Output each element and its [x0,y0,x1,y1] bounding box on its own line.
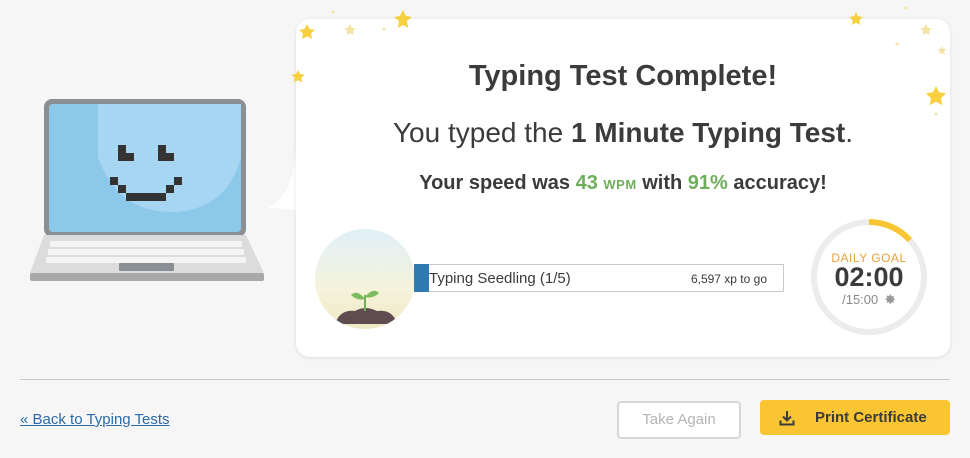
xp-to-go: 6,597 xp to go [690,272,767,286]
seedling-badge-icon [315,229,415,329]
test-name: 1 Minute Typing Test [570,117,846,148]
wpm-value: 43 [575,172,598,194]
accuracy-value: 91% [687,172,728,194]
summary-suffix: . [845,117,854,148]
daily-goal-text: DAILY GOAL 02:00 /15:00 [809,217,929,337]
level-progress-bar: Typing Seedling (1/5) 6,597 xp to go [414,264,784,292]
back-to-typing-tests-link[interactable]: « Back to Typing Tests [20,411,170,428]
level-name: Typing Seedling (1/5) [429,270,571,287]
speed-mid: with [636,172,688,194]
take-again-button[interactable]: Take Again [617,401,741,439]
print-certificate-label: Print Certificate [815,409,927,426]
daily-goal-time: 02:00 [834,262,904,292]
print-certificate-button[interactable]: Print Certificate [760,400,950,435]
level-progress-fill [414,264,429,292]
smiling-laptop-icon [30,99,264,281]
daily-goal-total-row: /15:00 [809,292,929,307]
speed-suffix: accuracy! [727,172,827,194]
test-summary: You typed the 1 Minute Typing Test. [296,117,950,149]
download-icon [779,411,795,426]
speed-summary: Your speed was 43 WPM with 91% accuracy! [296,172,950,195]
results-page: Typing Test Complete! You typed the 1 Mi… [0,0,970,458]
daily-goal-widget[interactable]: DAILY GOAL 02:00 /15:00 [809,217,929,337]
footer-divider [20,379,950,380]
gear-icon[interactable] [885,294,896,305]
wpm-unit: WPM [603,177,637,192]
page-title: Typing Test Complete! [468,60,778,92]
daily-goal-total: /15:00 [842,292,879,307]
summary-prefix: You typed the [392,117,571,148]
speed-prefix: Your speed was [419,172,576,194]
